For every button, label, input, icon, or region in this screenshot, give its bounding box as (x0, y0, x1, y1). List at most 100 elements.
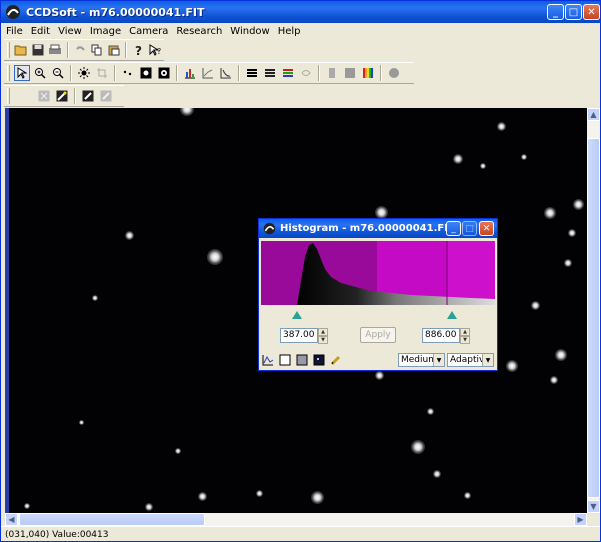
save-icon[interactable] (31, 42, 46, 58)
vertical-scrollbar[interactable]: ▲ ▼ (587, 108, 600, 513)
wand-icon[interactable] (54, 88, 70, 104)
gray-block-icon[interactable] (342, 65, 358, 81)
invert-icon[interactable] (138, 65, 154, 81)
histogram-title: Histogram - m76.00000041.FIT (280, 223, 455, 234)
graph-icon[interactable] (200, 65, 216, 81)
high-value-spinner[interactable]: 886.00 ▲ ▼ (422, 327, 470, 344)
histogram-icon[interactable] (182, 65, 198, 81)
toolbar-separator (125, 42, 128, 58)
context-help-icon[interactable]: ? (148, 42, 163, 58)
star-icon[interactable] (120, 65, 136, 81)
contrast-icon[interactable] (156, 65, 172, 81)
open-icon[interactable] (14, 42, 29, 58)
crop-icon[interactable] (94, 65, 110, 81)
chart-icon[interactable] (218, 65, 234, 81)
star (125, 231, 134, 240)
histogram-minimize-button[interactable]: _ (446, 221, 461, 236)
image-toolbar (4, 62, 414, 84)
scroll-down-button[interactable]: ▼ (587, 500, 600, 513)
histogram-close-button[interactable]: ✕ (479, 221, 494, 236)
low-value-spinner[interactable]: 387.00 ▲ ▼ (280, 327, 328, 344)
gray-image-icon[interactable] (295, 353, 309, 367)
menu-file[interactable]: File (2, 26, 27, 37)
close-button[interactable]: ✕ (583, 4, 600, 20)
paste-icon[interactable] (106, 42, 121, 58)
toolbar-separator (318, 65, 320, 81)
undo-icon[interactable] (73, 42, 88, 58)
brightness-icon[interactable] (76, 65, 92, 81)
chevron-down-icon[interactable]: ▼ (433, 354, 444, 366)
color-stack-icon[interactable] (280, 65, 296, 81)
title-bar[interactable]: CCDSoft - m76.00000041.FIT _ □ ✕ (1, 1, 600, 23)
low-marker-icon (292, 311, 302, 319)
edit-toolbar (4, 85, 124, 107)
vertical-scroll-thumb[interactable] (587, 138, 600, 498)
chevron-down-icon[interactable]: ▼ (482, 354, 493, 366)
star (568, 229, 576, 237)
menu-research[interactable]: Research (172, 26, 226, 37)
high-value-updown[interactable]: ▲ ▼ (460, 327, 470, 344)
main-window: CCDSoft - m76.00000041.FIT _ □ ✕ File Ed… (0, 0, 601, 542)
scroll-corner (587, 513, 600, 526)
star (453, 154, 463, 164)
close-x-icon[interactable] (36, 88, 52, 104)
zoom-out-icon[interactable] (50, 65, 66, 81)
toolbar-grip[interactable] (7, 65, 10, 81)
menu-camera[interactable]: Camera (125, 26, 172, 37)
image-filter-icon[interactable] (98, 88, 114, 104)
scroll-left-button[interactable]: ◀ (5, 513, 18, 526)
spectrum-icon[interactable] (360, 65, 376, 81)
menu-view[interactable]: View (54, 26, 86, 37)
horizontal-scrollbar[interactable]: ◀ ▶ (5, 513, 587, 526)
star (198, 492, 207, 501)
print-icon[interactable] (48, 42, 63, 58)
histogram-plot[interactable] (261, 241, 495, 325)
zoom-in-icon[interactable] (32, 65, 48, 81)
star (531, 301, 540, 310)
minimize-button[interactable]: _ (547, 4, 564, 20)
histogram-view-icon[interactable] (261, 353, 275, 367)
menu-help[interactable]: Help (274, 26, 305, 37)
image-edit-icon[interactable] (80, 88, 96, 104)
quality-select[interactable]: Medium ▼ (398, 353, 445, 367)
low-value-field[interactable]: 387.00 (280, 327, 318, 343)
histogram-maximize-button[interactable]: □ (462, 221, 477, 236)
color-icon[interactable] (298, 65, 314, 81)
star (375, 371, 384, 380)
star (145, 503, 153, 511)
pencil-icon[interactable] (329, 353, 343, 367)
toolbar-grip[interactable] (7, 88, 10, 104)
layers-icon[interactable] (262, 65, 278, 81)
status-bar: (031,040) Value:00413 (1, 526, 600, 542)
mode-select[interactable]: Adaptive ▼ (447, 353, 494, 367)
copy-icon[interactable] (90, 42, 105, 58)
high-value-field[interactable]: 886.00 (422, 327, 460, 343)
gray-block-icon[interactable] (324, 65, 340, 81)
svg-text:?: ? (157, 47, 161, 56)
circle-icon[interactable] (386, 65, 402, 81)
low-value-updown[interactable]: ▲ ▼ (318, 327, 328, 344)
maximize-button[interactable]: □ (565, 4, 582, 20)
svg-text:?: ? (135, 44, 142, 56)
star (480, 163, 486, 169)
star (544, 207, 556, 219)
help-icon[interactable]: ? (131, 42, 146, 58)
histogram-toolbar (261, 352, 346, 368)
star (550, 376, 558, 384)
pointer-icon[interactable] (14, 65, 30, 81)
star (180, 108, 194, 116)
menu-window[interactable]: Window (226, 26, 273, 37)
menu-edit[interactable]: Edit (27, 26, 54, 37)
histogram-title-bar[interactable]: Histogram - m76.00000041.FIT _ □ ✕ (259, 219, 497, 238)
star (497, 122, 506, 131)
frame-icon[interactable] (278, 353, 292, 367)
dark-image-icon[interactable] (312, 353, 326, 367)
apply-button[interactable]: Apply (360, 327, 396, 343)
stack-icon[interactable] (244, 65, 260, 81)
toolbar-grip[interactable] (7, 42, 10, 58)
window-title: CCDSoft - m76.00000041.FIT (26, 5, 205, 19)
menu-image[interactable]: Image (86, 26, 125, 37)
scroll-right-button[interactable]: ▶ (574, 513, 587, 526)
horizontal-scroll-thumb[interactable] (19, 513, 205, 526)
scroll-up-button[interactable]: ▲ (587, 108, 600, 121)
